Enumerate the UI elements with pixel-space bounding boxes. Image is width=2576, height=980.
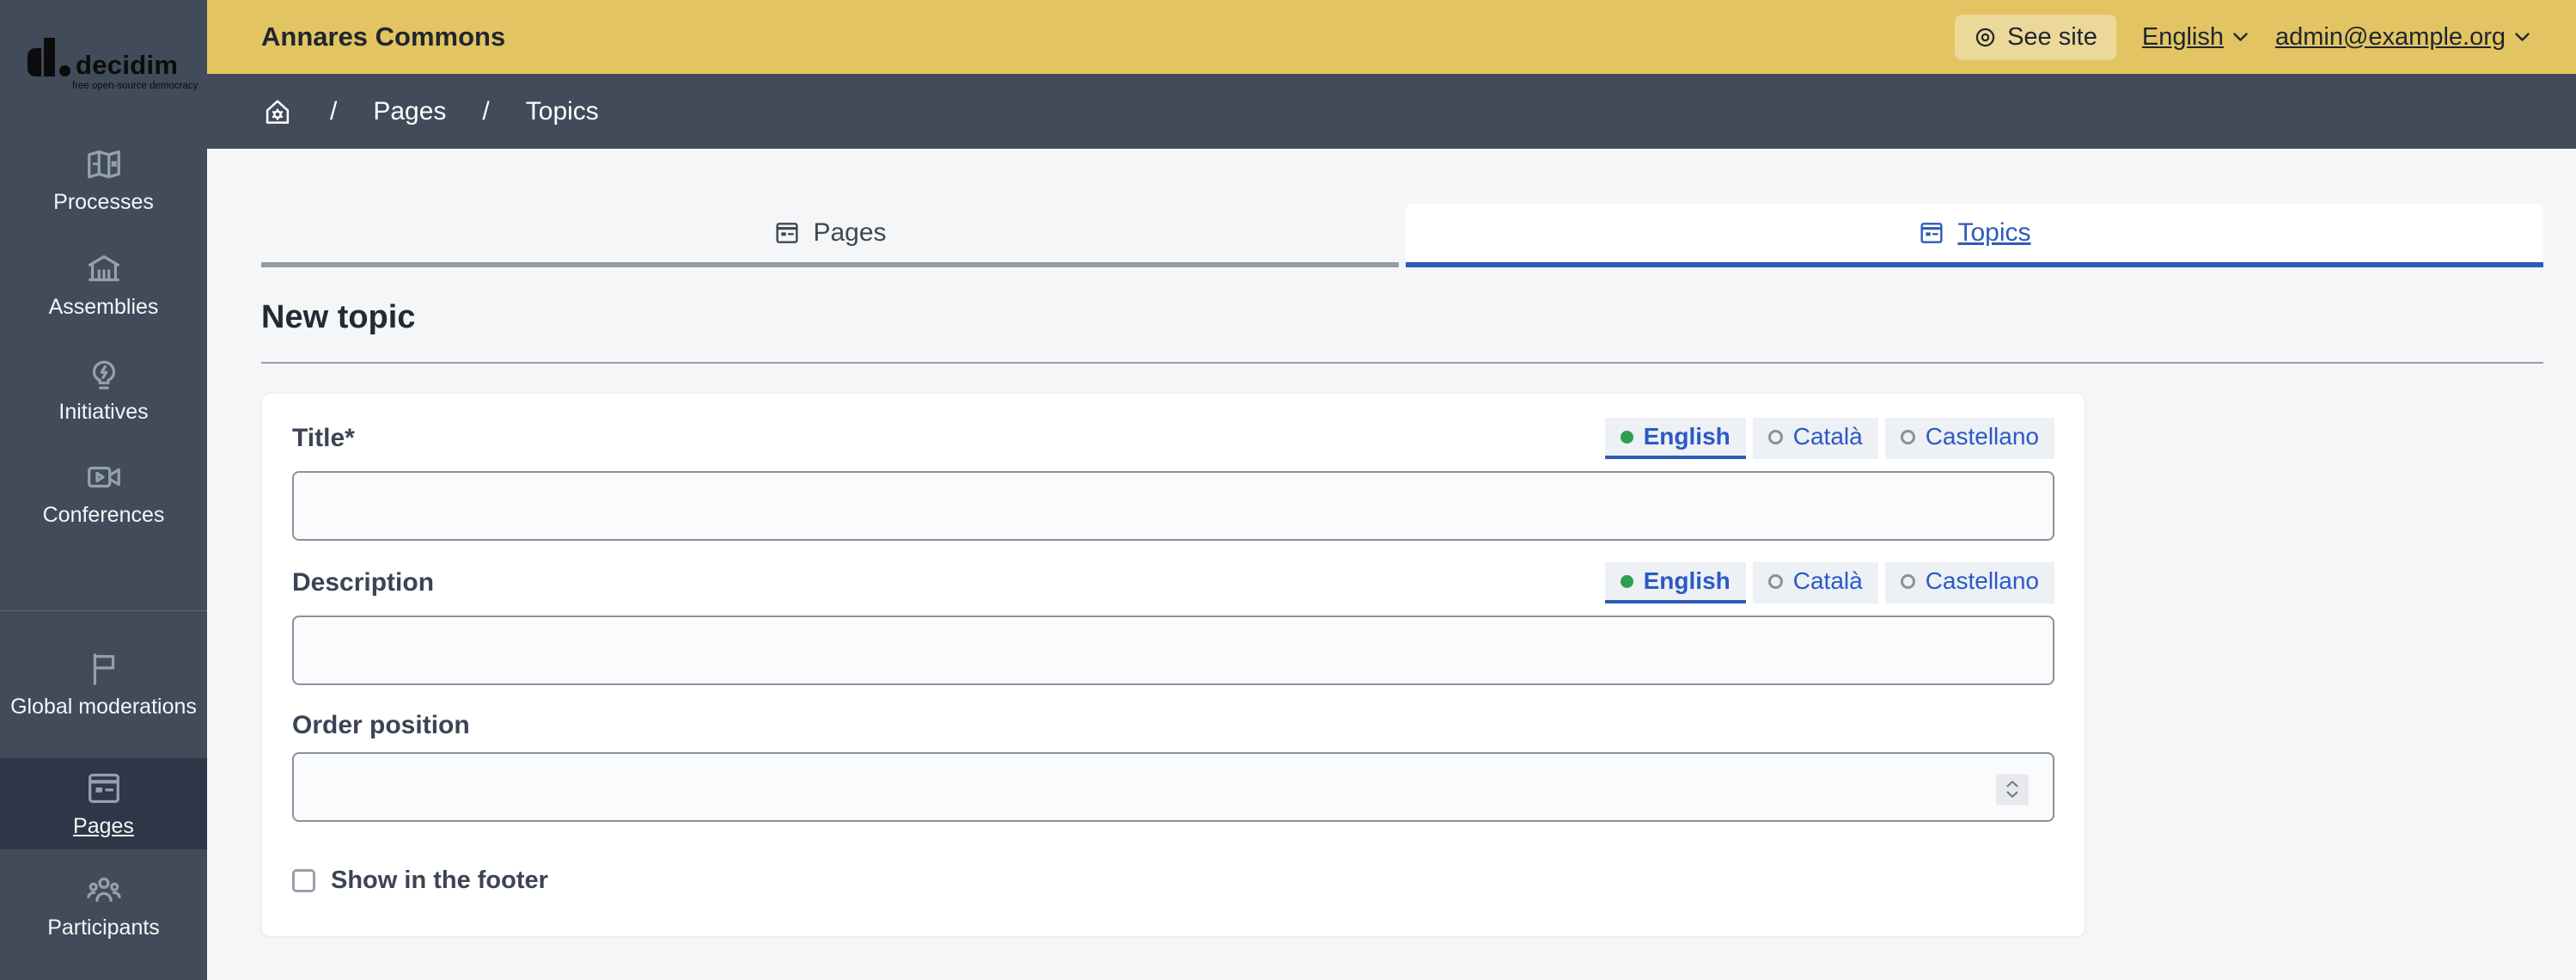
sidebar-item-processes[interactable]: Processes: [0, 144, 207, 215]
language-option-label: Català: [1792, 423, 1863, 450]
language-option-label: Català: [1792, 567, 1863, 594]
sidebar-item-label: Participants: [47, 916, 160, 940]
user-menu-label: admin@example.org: [2274, 22, 2506, 51]
breadcrumb-separator: /: [482, 96, 490, 126]
see-site-button[interactable]: See site: [1955, 14, 2116, 60]
breadcrumb-item-pages[interactable]: Pages: [373, 97, 446, 126]
language-menu[interactable]: English: [2142, 23, 2249, 52]
show-in-footer-label: Show in the footer: [331, 867, 548, 894]
bank-icon: [88, 254, 119, 282]
title-field-label: Title*: [292, 424, 355, 452]
radio-unselected-icon: [1767, 573, 1783, 589]
radio-selected-icon: [1620, 430, 1633, 444]
tab-topics[interactable]: Topics: [1406, 204, 2543, 267]
article-icon: [88, 774, 119, 803]
decidim-logo-mark: decidim: [27, 38, 198, 81]
number-stepper[interactable]: [1996, 774, 2029, 805]
sidebar-item-initiatives[interactable]: Initiatives: [0, 354, 207, 425]
footer-checkbox-row: Show in the footer: [292, 867, 2054, 895]
new-topic-form-card: Title* English Català Castellano Descrip…: [261, 393, 2085, 937]
article-icon: [776, 223, 798, 243]
logo-shape: [27, 48, 41, 77]
user-menu[interactable]: admin@example.org: [2275, 23, 2531, 52]
title-input[interactable]: [292, 471, 2054, 541]
tab-bar: Pages Topics: [261, 204, 2543, 267]
description-input[interactable]: [292, 616, 2054, 685]
map-icon: [87, 150, 120, 179]
breadcrumb-item-topics[interactable]: Topics: [526, 97, 599, 126]
order-position-field: [292, 752, 2054, 822]
sidebar-item-global-moderations[interactable]: Global moderations: [0, 649, 207, 720]
language-option-label: Castellano: [1925, 567, 2039, 594]
main-content: Pages Topics New topic Title* English Ca…: [207, 149, 2576, 980]
sidebar-item-label: Pages: [73, 814, 134, 838]
tab-pages[interactable]: Pages: [261, 204, 1399, 267]
show-in-footer-checkbox[interactable]: [292, 869, 315, 892]
home-gear-icon: [266, 99, 290, 124]
chevron-down-icon: [2515, 33, 2530, 41]
sidebar-item-label: Initiatives: [58, 400, 149, 424]
logo-dot: [59, 65, 70, 77]
language-option-castellano[interactable]: Castellano: [1884, 562, 2054, 603]
page-title: New topic: [261, 299, 416, 335]
language-option-label: English: [1643, 567, 1731, 594]
people-icon: [86, 877, 121, 903]
description-field-label: Description: [292, 568, 435, 597]
title-divider: [261, 362, 2543, 364]
see-site-label: See site: [2007, 22, 2097, 51]
sidebar-item-assemblies[interactable]: Assemblies: [0, 249, 207, 320]
logo-wordmark: decidim: [76, 50, 179, 81]
sidebar-item-label: Processes: [53, 190, 154, 214]
top-header-bar: Annares Commons See site English admin@e…: [207, 0, 2576, 74]
site-title: Annares Commons: [261, 21, 506, 52]
article-icon: [1920, 223, 1944, 243]
target-icon: [1975, 28, 1995, 46]
radio-unselected-icon: [1900, 429, 1915, 444]
language-option-castellano[interactable]: Castellano: [1884, 418, 2054, 459]
video-camera-icon: [87, 466, 120, 488]
order-position-input[interactable]: [292, 752, 2054, 822]
decidim-logo[interactable]: decidim free open-source democracy: [27, 38, 198, 91]
sidebar-divider: [0, 610, 207, 611]
lightbulb-icon: [92, 360, 115, 389]
sidebar: decidim free open-source democracy Proce…: [0, 0, 207, 980]
order-position-label: Order position: [292, 711, 470, 739]
sidebar-item-label: Global moderations: [10, 695, 197, 719]
stepper-up-icon[interactable]: [2005, 781, 2019, 788]
sidebar-item-label: Assemblies: [48, 295, 159, 319]
chevron-down-icon: [2233, 33, 2248, 41]
sidebar-item-label: Conferences: [42, 503, 165, 527]
language-option-label: English: [1643, 423, 1731, 450]
tab-pages-label: Pages: [813, 218, 887, 247]
radio-selected-icon: [1620, 574, 1633, 588]
radio-unselected-icon: [1767, 429, 1783, 444]
logo-shape: [44, 38, 55, 77]
sidebar-item-conferences[interactable]: Conferences: [0, 457, 207, 528]
radio-unselected-icon: [1900, 573, 1915, 589]
description-language-selector: English Català Castellano: [1604, 562, 2054, 603]
breadcrumb-separator: /: [330, 96, 338, 126]
language-option-english[interactable]: English: [1604, 562, 1746, 603]
sidebar-item-pages[interactable]: Pages: [0, 758, 207, 849]
sidebar-item-participants[interactable]: Participants: [0, 870, 207, 940]
breadcrumb: / Pages / Topics: [207, 74, 2576, 149]
title-field-header: Title* English Català Castellano: [292, 418, 2054, 459]
language-option-english[interactable]: English: [1604, 418, 1746, 459]
language-menu-label: English: [2141, 22, 2224, 51]
stepper-down-icon[interactable]: [2005, 791, 2019, 799]
language-option-catala[interactable]: Català: [1752, 562, 1878, 603]
header-actions: See site English admin@example.org: [1955, 14, 2531, 60]
title-language-selector: English Català Castellano: [1604, 418, 2054, 459]
language-option-label: Castellano: [1925, 423, 2039, 450]
breadcrumb-home-link[interactable]: [261, 95, 294, 128]
language-option-catala[interactable]: Català: [1752, 418, 1878, 459]
flag-icon: [93, 653, 114, 685]
tab-topics-label: Topics: [1957, 218, 2031, 247]
logo-tagline: free open-source democracy: [72, 81, 198, 91]
description-field-header: Description English Català Castellano: [292, 562, 2054, 603]
